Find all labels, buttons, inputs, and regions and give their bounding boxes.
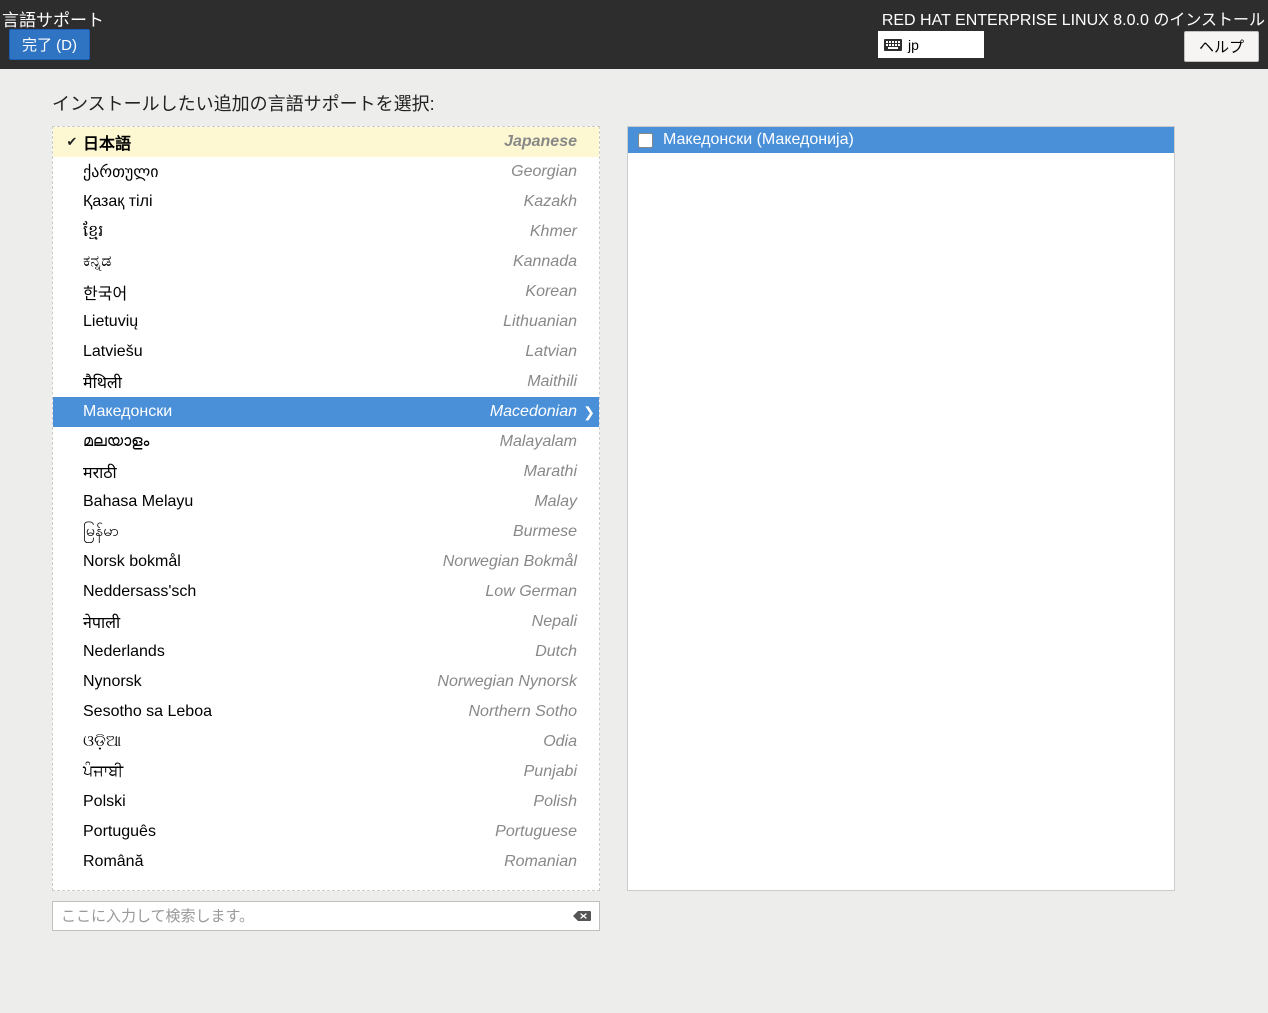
language-native-name: Sesotho sa Leboa	[83, 703, 468, 721]
language-row[interactable]: ខ្មែរKhmer	[53, 217, 599, 247]
chevron-right-icon: ❯	[583, 404, 595, 421]
language-native-name: मैथिली	[83, 371, 527, 393]
top-bar: 言語サポート RED HAT ENTERPRISE LINUX 8.0.0 のイ…	[0, 0, 1268, 69]
instruction-label: インストールしたい追加の言語サポートを選択:	[52, 90, 435, 116]
done-button[interactable]: 完了 (D)	[9, 29, 90, 60]
language-row[interactable]: ਪੰਜਾਬੀPunjabi	[53, 757, 599, 787]
language-native-name: ଓଡ଼ିଆ	[83, 733, 543, 751]
search-input[interactable]	[61, 908, 573, 925]
language-row[interactable]: मैथिलीMaithili	[53, 367, 599, 397]
language-english-name: Marathi	[524, 463, 589, 481]
language-english-name: Punjabi	[524, 763, 589, 781]
language-english-name: Polish	[533, 793, 589, 811]
language-row[interactable]: NederlandsDutch	[53, 637, 599, 667]
language-english-name: Norwegian Bokmål	[443, 553, 589, 571]
language-native-name: ქართული	[83, 162, 511, 182]
language-native-name: नेपाली	[83, 611, 532, 633]
language-native-name: Македонски	[83, 403, 490, 421]
clear-search-icon[interactable]	[573, 909, 591, 923]
language-native-name: ខ្មែរ	[83, 220, 530, 244]
language-native-name: Қазақ тілі	[83, 193, 524, 211]
language-native-name: Neddersass'sch	[83, 583, 485, 601]
language-row[interactable]: Қазақ тіліKazakh	[53, 187, 599, 217]
language-row[interactable]: ✔日本語Japanese	[53, 127, 599, 157]
language-row[interactable]: മലയാളംMalayalam	[53, 427, 599, 457]
locale-label: Македонски (Македонија)	[663, 131, 854, 149]
checkmark-icon: ✔	[61, 134, 83, 150]
language-english-name: Dutch	[535, 643, 589, 661]
language-native-name: ਪੰਜਾਬੀ	[83, 763, 524, 781]
language-english-name: Korean	[525, 283, 589, 301]
install-product-label: RED HAT ENTERPRISE LINUX 8.0.0 のインストール	[882, 6, 1265, 30]
language-row[interactable]: ಕನ್ನಡKannada	[53, 247, 599, 277]
language-english-name: Maithili	[527, 373, 589, 391]
language-native-name: Latviešu	[83, 343, 525, 361]
language-native-name: Norsk bokmål	[83, 553, 443, 571]
language-english-name: Low German	[485, 583, 589, 601]
keyboard-indicator[interactable]: jp	[878, 31, 984, 58]
language-row[interactable]: Norsk bokmålNorwegian Bokmål	[53, 547, 599, 577]
locale-row[interactable]: Македонски (Македонија)	[628, 127, 1174, 153]
language-english-name: Macedonian	[490, 403, 589, 421]
locale-checkbox[interactable]	[638, 133, 653, 148]
keyboard-icon	[884, 38, 902, 52]
language-row[interactable]: 한국어Korean	[53, 277, 599, 307]
language-english-name: Portuguese	[495, 823, 589, 841]
language-english-name: Odia	[543, 733, 589, 751]
language-english-name: Georgian	[511, 163, 589, 181]
language-native-name: 日本語	[83, 130, 504, 154]
language-row[interactable]: RomânăRomanian	[53, 847, 599, 877]
locale-list[interactable]: Македонски (Македонија)	[627, 126, 1175, 891]
language-english-name: Burmese	[513, 523, 589, 541]
search-box[interactable]	[52, 901, 600, 931]
language-native-name: ಕನ್ನಡ	[83, 253, 513, 271]
language-english-name: Romanian	[504, 853, 589, 871]
language-row[interactable]: Bahasa MelayuMalay	[53, 487, 599, 517]
language-row[interactable]: NynorskNorwegian Nynorsk	[53, 667, 599, 697]
language-row[interactable]: नेपालीNepali	[53, 607, 599, 637]
language-row[interactable]: PolskiPolish	[53, 787, 599, 817]
keyboard-layout-label: jp	[908, 37, 919, 53]
language-english-name: Kannada	[513, 253, 589, 271]
language-native-name: Lietuvių	[83, 313, 503, 331]
language-english-name: Latvian	[525, 343, 589, 361]
language-row[interactable]: मराठीMarathi	[53, 457, 599, 487]
language-english-name: Kazakh	[524, 193, 589, 211]
language-english-name: Japanese	[504, 133, 589, 151]
language-native-name: Português	[83, 823, 495, 841]
language-english-name: Northern Sotho	[468, 703, 589, 721]
help-button[interactable]: ヘルプ	[1184, 31, 1259, 62]
language-english-name: Khmer	[530, 223, 589, 241]
language-native-name: Nynorsk	[83, 673, 437, 691]
language-english-name: Malayalam	[500, 433, 589, 451]
language-native-name: Polski	[83, 793, 533, 811]
language-native-name: Bahasa Melayu	[83, 493, 534, 511]
language-row[interactable]: PortuguêsPortuguese	[53, 817, 599, 847]
language-native-name: മലയാളം	[83, 433, 500, 451]
language-english-name: Lithuanian	[503, 313, 589, 331]
language-list[interactable]: ✔日本語JapaneseქართულიGeorgianҚазақ тіліKaz…	[52, 126, 600, 891]
language-native-name: မြန်မာ	[83, 520, 513, 544]
language-native-name: Română	[83, 853, 504, 871]
language-row[interactable]: ଓଡ଼ିଆOdia	[53, 727, 599, 757]
language-native-name: Nederlands	[83, 643, 535, 661]
language-english-name: Malay	[534, 493, 589, 511]
language-row[interactable]: မြန်မာBurmese	[53, 517, 599, 547]
language-row[interactable]: МакедонскиMacedonian❯	[53, 397, 599, 427]
language-native-name: 한국어	[83, 280, 525, 304]
language-row[interactable]: LatviešuLatvian	[53, 337, 599, 367]
language-native-name: मराठी	[83, 461, 524, 483]
language-english-name: Norwegian Nynorsk	[437, 673, 589, 691]
language-english-name: Nepali	[532, 613, 589, 631]
language-row[interactable]: ქართულიGeorgian	[53, 157, 599, 187]
page-title: 言語サポート	[2, 6, 104, 31]
language-row[interactable]: Neddersass'schLow German	[53, 577, 599, 607]
language-row[interactable]: LietuviųLithuanian	[53, 307, 599, 337]
language-row[interactable]: Sesotho sa LeboaNorthern Sotho	[53, 697, 599, 727]
